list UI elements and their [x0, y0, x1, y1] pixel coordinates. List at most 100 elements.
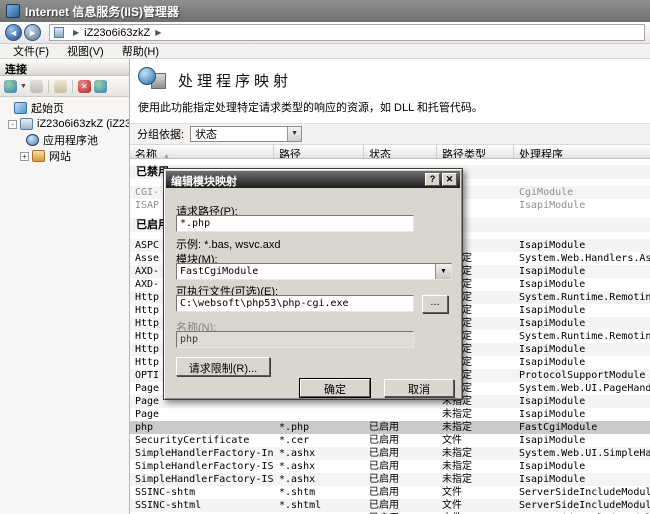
up-icon[interactable] — [54, 80, 67, 93]
breadcrumb-arrow-icon: ▶ — [155, 28, 161, 37]
group-by-dropdown[interactable]: 状态 ▼ — [190, 126, 302, 142]
name-input: php — [176, 331, 414, 348]
cell-path: *.shtml — [274, 499, 364, 512]
group-by-value: 状态 — [191, 126, 287, 142]
module-select[interactable]: FastCgiModule ▼ — [176, 263, 452, 280]
cell-path-type: 未指定 — [437, 460, 514, 473]
sort-asc-icon: ▲ — [163, 153, 170, 158]
table-row[interactable]: SimpleHandlerFactory-ISAP... *.ashx 已启用 … — [130, 460, 650, 473]
collapse-icon[interactable]: - — [8, 120, 17, 129]
cell-name: php — [130, 421, 274, 434]
help-icon[interactable]: ? — [425, 173, 440, 186]
dialog-title-bar[interactable]: 编辑模块映射 ? ✕ — [166, 171, 460, 188]
navigation-bar: ◄ ► ▶ iZ23o6i63zkZ ▶ — [0, 22, 650, 44]
forward-icon: ► — [28, 28, 37, 38]
chevron-down-icon[interactable]: ▼ — [20, 80, 27, 93]
title-bar: Internet 信息服务(IIS)管理器 — [0, 0, 650, 22]
cell-path-type: 文件 — [437, 434, 514, 447]
cell-handler: ServerSideIncludeModule — [514, 499, 650, 512]
expand-icon[interactable]: + — [20, 152, 29, 161]
cell-name: Page — [130, 408, 274, 421]
save-icon[interactable] — [30, 80, 43, 93]
forward-button[interactable]: ► — [24, 24, 41, 41]
connections-header: 连接 — [0, 59, 129, 76]
table-row[interactable]: SimpleHandlerFactory-ISAP... *.ashx 已启用 … — [130, 473, 650, 486]
cell-handler: IsapiModule — [514, 343, 650, 356]
back-button[interactable]: ◄ — [5, 24, 22, 41]
address-bar[interactable]: ▶ iZ23o6i63zkZ ▶ — [49, 24, 645, 41]
group-by-label: 分组依据: — [137, 126, 184, 142]
cell-handler: ProtocolSupportModule — [514, 369, 650, 382]
cell-handler: IsapiModule — [514, 408, 650, 421]
request-restrictions-button[interactable]: 请求限制(R)... — [176, 357, 270, 376]
cell-path: *.cer — [274, 434, 364, 447]
page-description: 使用此功能指定处理特定请求类型的响应的资源，如 DLL 和托管代码。 — [130, 95, 650, 123]
table-row[interactable]: SecurityCertificate *.cer 已启用 文件 IsapiMo… — [130, 434, 650, 447]
app-pools-icon — [26, 134, 39, 146]
menu-view[interactable]: 视图(V) — [58, 43, 113, 59]
column-header-status[interactable]: 状态 — [364, 145, 437, 158]
menu-bar: 文件(F) 视图(V) 帮助(H) — [0, 44, 650, 59]
cell-handler: IsapiModule — [514, 278, 650, 291]
table-row[interactable]: php *.php 已启用 未指定 FastCgiModule — [130, 421, 650, 434]
cell-handler: System.Web.Handlers.Assem... — [514, 252, 650, 265]
cell-status: 已启用 — [364, 421, 437, 434]
cell-handler: System.Runtime.Remoting.C... — [514, 330, 650, 343]
column-header-handler[interactable]: 处理程序 — [514, 145, 650, 158]
group-by-bar: 分组依据: 状态 ▼ — [130, 123, 650, 144]
close-icon[interactable]: ✕ — [442, 173, 457, 186]
cell-status: 已启用 — [364, 486, 437, 499]
connect-icon[interactable] — [4, 80, 17, 93]
tree-item-start-page[interactable]: 起始页 — [0, 100, 129, 116]
cell-path-type: 未指定 — [437, 408, 514, 421]
cell-handler: ServerSideIncludeModule — [514, 486, 650, 499]
cell-path-type: 文件 — [437, 486, 514, 499]
table-row[interactable]: SimpleHandlerFactory-Inte... *.ashx 已启用 … — [130, 447, 650, 460]
browse-button[interactable]: ... — [422, 295, 448, 313]
ok-button[interactable]: 确定 — [300, 379, 370, 397]
module-value: FastCgiModule — [177, 264, 435, 279]
menu-help[interactable]: 帮助(H) — [113, 43, 168, 59]
column-header-path-type[interactable]: 路径类型 — [437, 145, 514, 158]
table-row[interactable]: SSINC-shtm *.shtm 已启用 文件 ServerSideInclu… — [130, 486, 650, 499]
cell-handler: IsapiModule — [514, 317, 650, 330]
cell-path — [274, 408, 364, 421]
executable-input[interactable]: C:\websoft\php53\php-cgi.exe — [176, 295, 414, 312]
column-header-name[interactable]: 名称▲ — [130, 145, 274, 158]
request-path-input[interactable]: *.php — [176, 215, 414, 232]
cell-path: *.php — [274, 421, 364, 434]
server-node-icon — [20, 118, 33, 130]
cell-path: *.ashx — [274, 473, 364, 486]
tree-item-app-pools[interactable]: 应用程序池 — [0, 132, 129, 148]
connections-panel: 连接 ▼ ✕ 起始页 - iZ23o6i63zkZ (iZ2 — [0, 59, 130, 514]
menu-file[interactable]: 文件(F) — [4, 43, 58, 59]
table-row[interactable]: SSINC-shtml *.shtml 已启用 文件 ServerSideInc… — [130, 499, 650, 512]
cell-path-type: 文件 — [437, 499, 514, 512]
window-title: Internet 信息服务(IIS)管理器 — [25, 3, 179, 20]
cell-handler: IsapiModule — [514, 265, 650, 278]
refresh-connection-icon[interactable] — [94, 80, 107, 93]
table-row[interactable]: Page 未指定 IsapiModule — [130, 408, 650, 421]
dialog-title: 编辑模块映射 — [171, 173, 423, 188]
table-header: 名称▲ 路径 状态 路径类型 处理程序 — [130, 144, 650, 159]
cell-path: *.shtm — [274, 486, 364, 499]
cell-handler: IsapiModule — [514, 395, 650, 408]
back-icon: ◄ — [9, 28, 18, 38]
breadcrumb-server[interactable]: iZ23o6i63zkZ — [84, 27, 150, 39]
column-header-path[interactable]: 路径 — [274, 145, 364, 158]
tree-item-sites[interactable]: + 网站 — [0, 148, 129, 164]
tree-item-server[interactable]: - iZ23o6i63zkZ (iZ23o6 — [0, 116, 129, 132]
toolbar-divider — [72, 80, 73, 93]
delete-icon[interactable]: ✕ — [78, 80, 91, 93]
tree-label: 网站 — [49, 148, 71, 164]
cell-status: 已启用 — [364, 473, 437, 486]
cancel-button[interactable]: 取消 — [384, 379, 454, 397]
cell-name: SimpleHandlerFactory-Inte... — [130, 447, 274, 460]
tree-label: iZ23o6i63zkZ (iZ23o6 — [37, 118, 129, 130]
cell-status: 已启用 — [364, 434, 437, 447]
cell-name: SimpleHandlerFactory-ISAP... — [130, 473, 274, 486]
cell-path-type: 未指定 — [437, 421, 514, 434]
cell-handler: System.Web.UI.PageHandler... — [514, 382, 650, 395]
connections-tree: 起始页 - iZ23o6i63zkZ (iZ23o6 应用程序池 + 网站 — [0, 97, 129, 514]
cell-handler: IsapiModule — [514, 473, 650, 486]
